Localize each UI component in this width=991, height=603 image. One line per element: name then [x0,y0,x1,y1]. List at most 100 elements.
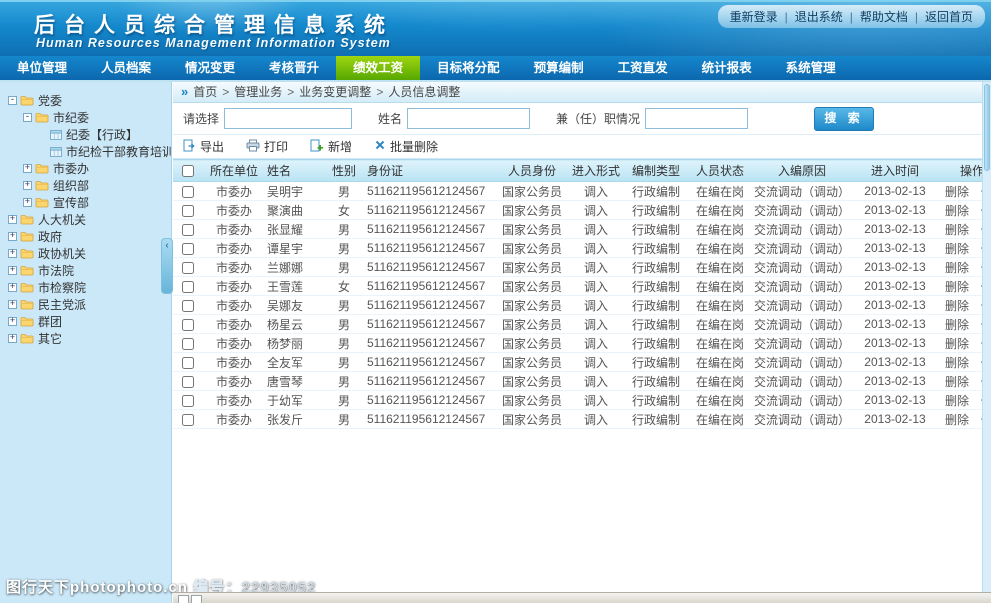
breadcrumb-item[interactable]: 管理业务 [234,85,282,99]
expand-icon[interactable]: + [8,266,17,275]
table-row: 市委办全友军男511621195612124567国家公务员调入行政编制在编在岗… [173,353,991,372]
row-checkbox[interactable] [182,205,194,217]
expand-icon[interactable]: + [8,300,17,309]
expand-icon[interactable]: + [8,317,17,326]
entry-form-cell: 调入 [569,334,623,353]
expand-icon[interactable]: + [8,283,17,292]
menu-item-active[interactable]: 绩效工资 [336,56,420,80]
unit-select-input[interactable] [224,108,352,129]
row-checkbox[interactable] [182,376,194,388]
expand-icon[interactable]: + [23,181,32,190]
header-link[interactable]: 返回首页 [925,10,973,24]
menu-item[interactable]: 工资直发 [601,56,685,80]
sidebar-item[interactable]: +市检察院 [0,279,171,296]
row-checkbox[interactable] [182,186,194,198]
scrollbar-thumb[interactable] [984,84,990,171]
menu-item[interactable]: 情况变更 [168,56,252,80]
expand-icon[interactable]: + [8,215,17,224]
search-button[interactable]: 搜 索 [814,107,874,131]
name-input[interactable] [407,108,530,129]
row-checkbox[interactable] [182,224,194,236]
batch-delete-button[interactable]: 批量删除 [374,138,438,155]
sidebar-item[interactable]: +政府 [0,228,171,245]
delete-link[interactable]: 删除 [945,204,969,218]
print-button[interactable]: 打印 [246,138,288,155]
row-checkbox[interactable] [182,357,194,369]
delete-link[interactable]: 删除 [945,280,969,294]
table-icon [50,147,62,157]
row-checkbox[interactable] [182,281,194,293]
expand-icon[interactable]: + [8,232,17,241]
delete-link[interactable]: 删除 [945,356,969,370]
gender-cell: 女 [323,201,365,220]
position-input[interactable] [645,108,748,129]
row-checkbox[interactable] [182,262,194,274]
gender-cell: 男 [323,372,365,391]
table-row: 市委办唐雪琴男511621195612124567国家公务员调入行政编制在编在岗… [173,372,991,391]
menu-item[interactable]: 目标将分配 [420,56,517,80]
menu-item[interactable]: 预算编制 [517,56,601,80]
sidebar-item[interactable]: +人大机关 [0,211,171,228]
breadcrumb-item[interactable]: 首页 [193,85,217,99]
staffing-type-cell: 行政编制 [623,296,689,315]
menu-item[interactable]: 单位管理 [0,56,84,80]
sidebar-item[interactable]: +宣传部 [0,194,171,211]
delete-link[interactable]: 删除 [945,413,969,427]
export-button[interactable]: 导出 [183,138,224,155]
sidebar-item[interactable]: +群团 [0,313,171,330]
collapse-icon[interactable]: - [8,96,17,105]
pager-first-button[interactable] [178,595,189,603]
delete-link[interactable]: 删除 [945,185,969,199]
expand-icon[interactable]: + [8,334,17,343]
expand-icon[interactable]: + [23,198,32,207]
tree-item-label: 市纪检干部教育培训中心 [66,143,172,160]
sidebar-item[interactable]: + 政协机关 [0,245,171,262]
row-checkbox[interactable] [182,243,194,255]
sidebar-item[interactable]: 市纪检干部教育培训中心 [0,143,171,160]
sidebar-item[interactable]: +其它 [0,330,171,347]
expand-icon[interactable]: + [23,164,32,173]
delete-link[interactable]: 删除 [945,299,969,313]
row-checkbox[interactable] [182,395,194,407]
sidebar-collapse-handle[interactable]: ‹ [161,238,173,294]
delete-link[interactable]: 删除 [945,223,969,237]
sidebar-item[interactable]: -党委 [0,92,171,109]
row-checkbox[interactable] [182,338,194,350]
add-button[interactable]: 新增 [310,138,352,155]
tree-item-label: 政协机关 [38,245,86,262]
identity-cell: 国家公务员 [495,372,569,391]
delete-link[interactable]: 删除 [945,261,969,275]
delete-link[interactable]: 删除 [945,375,969,389]
menu-item[interactable]: 系统管理 [769,56,853,80]
row-checkbox[interactable] [182,319,194,331]
row-checkbox[interactable] [182,300,194,312]
delete-link[interactable]: 删除 [945,394,969,408]
menu-item[interactable]: 统计报表 [685,56,769,80]
header-link[interactable]: 退出系统 [795,10,843,24]
delete-link[interactable]: 删除 [945,242,969,256]
select-all-checkbox[interactable] [182,165,194,177]
sidebar-item[interactable]: +民主党派 [0,296,171,313]
folder-icon [20,214,34,225]
collapse-icon[interactable]: - [23,113,32,122]
sidebar-item[interactable]: +市法院 [0,262,171,279]
vertical-scrollbar[interactable] [982,82,991,593]
breadcrumb-item[interactable]: 人员信息调整 [388,85,460,99]
menu-item[interactable]: 人员档案 [84,56,168,80]
row-checkbox[interactable] [182,414,194,426]
gender-cell: 男 [323,296,365,315]
pager-prev-button[interactable] [191,595,202,603]
header-link[interactable]: 帮助文档 [860,10,908,24]
delete-link[interactable]: 删除 [945,318,969,332]
sidebar-item[interactable]: 纪委【行政】 [0,126,171,143]
delete-link[interactable]: 删除 [945,337,969,351]
breadcrumb-item[interactable]: 业务变更调整 [299,85,371,99]
header-link[interactable]: 重新登录 [730,10,778,24]
menu-item[interactable]: 考核晋升 [252,56,336,80]
id-card-cell: 511621195612124567 [365,201,495,220]
expand-icon[interactable]: + [8,249,17,258]
gender-cell: 女 [323,277,365,296]
sidebar-item[interactable]: +市委办 [0,160,171,177]
sidebar-item[interactable]: -市纪委 [0,109,171,126]
sidebar-item[interactable]: +组织部 [0,177,171,194]
